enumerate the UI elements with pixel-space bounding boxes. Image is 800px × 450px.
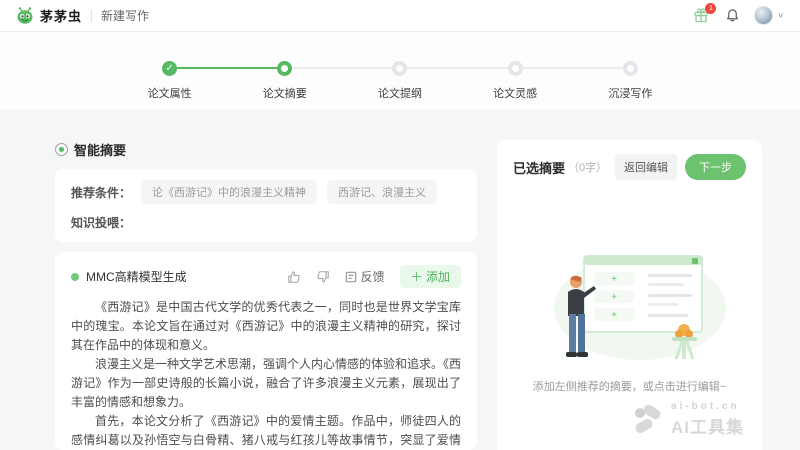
criteria-label: 推荐条件： xyxy=(71,185,132,200)
model-status-dot xyxy=(71,272,79,281)
page-title: 新建写作 xyxy=(101,9,150,23)
empty-state-illustration: + + + xyxy=(513,246,746,364)
chevron-down-icon: ∨ xyxy=(777,11,784,20)
next-step-button[interactable]: 下一步 xyxy=(685,154,746,180)
step-label: 论文提纲 xyxy=(377,88,422,100)
panel-title: 已选摘要 xyxy=(513,160,566,176)
thumb-down-button[interactable] xyxy=(316,270,330,284)
bell-icon[interactable] xyxy=(725,8,740,23)
header-divider xyxy=(91,9,93,22)
step-paper-inspiration[interactable]: 论文灵感 xyxy=(457,60,573,101)
thumb-up-icon xyxy=(287,270,300,283)
watermark: ai-bot.cn AI工具集 xyxy=(633,401,744,438)
main-content: 智能摘要 推荐条件： 论《西游记》中的浪漫主义精神 西游记、浪漫主义 知识投喂：… xyxy=(0,110,800,450)
feedback-label: 反馈 xyxy=(360,270,385,284)
word-count: （0字） xyxy=(568,162,608,174)
stepper-zone: ✓ 论文属性 论文摘要 论文提纲 论文灵感 沉浸写作 xyxy=(0,32,800,110)
top-bar: 茅茅虫 新建写作 1 ∨ xyxy=(0,0,800,32)
bug-logo-icon xyxy=(17,6,33,24)
feedback-button[interactable]: 反馈 xyxy=(345,268,385,285)
abstract-paragraph: 浪漫主义是一种文学艺术思潮，强调个人内心情感的体验和追求。《西游记》作为一部史诗… xyxy=(71,357,462,409)
result-header: MMC高精模型生成 反馈 ＋ 添加 xyxy=(71,265,461,288)
step-label: 论文摘要 xyxy=(262,88,307,100)
smart-abstract-section: 智能摘要 推荐条件： 论《西游记》中的浪漫主义精神 西游记、浪漫主义 知识投喂：… xyxy=(55,140,477,450)
knowledge-label: 知识投喂： xyxy=(71,216,132,230)
step-todo-icon xyxy=(622,60,638,76)
step-label: 沉浸写作 xyxy=(608,88,653,100)
thumb-down-icon xyxy=(317,270,329,283)
step-todo-icon xyxy=(392,60,408,76)
gift-button[interactable]: 1 xyxy=(693,2,717,25)
avatar xyxy=(754,6,774,25)
criteria-card: 推荐条件： 论《西游记》中的浪漫主义精神 西游记、浪漫主义 知识投喂： xyxy=(55,169,477,242)
watermark-logo-icon xyxy=(635,404,661,433)
svg-text:+: + xyxy=(611,274,617,285)
progress-stepper: ✓ 论文属性 论文摘要 论文提纲 论文灵感 沉浸写作 xyxy=(112,60,688,101)
step-paper-attributes[interactable]: ✓ 论文属性 xyxy=(112,60,228,101)
model-source-label: MMC高精模型生成 xyxy=(86,270,187,284)
criteria-tag[interactable]: 西游记、浪漫主义 xyxy=(327,180,438,204)
generated-abstract-card: MMC高精模型生成 反馈 ＋ 添加 《西游记》是中国古代文学的优秀代表之一，同时… xyxy=(55,252,477,450)
step-paper-outline[interactable]: 论文提纲 xyxy=(342,60,458,101)
abstract-paragraph: 《西游记》是中国古代文学的优秀代表之一，同时也是世界文学宝库中的瑰宝。本论文旨在… xyxy=(71,300,461,352)
abstract-text[interactable]: 《西游记》是中国古代文学的优秀代表之一，同时也是世界文学宝库中的瑰宝。本论文旨在… xyxy=(71,298,461,450)
feedback-icon xyxy=(345,271,356,282)
abstract-paragraph: 首先，本论文分析了《西游记》中的爱情主题。作品中，师徒四人的感情纠葛以及孙悟空与… xyxy=(71,414,461,447)
thumb-up-button[interactable] xyxy=(287,270,301,284)
step-current-icon xyxy=(277,60,293,76)
smart-abstract-icon xyxy=(55,143,68,156)
brand[interactable]: 茅茅虫 xyxy=(16,6,82,25)
step-todo-icon xyxy=(507,60,523,76)
empty-state-hint: 添加左侧推荐的摘要，或点击进行编辑~ xyxy=(532,381,727,393)
svg-text:+: + xyxy=(611,310,617,321)
svg-text:+: + xyxy=(611,292,617,303)
step-label: 论文灵感 xyxy=(493,88,538,100)
app-window: 茅茅虫 新建写作 1 ∨ ✓ 论文属性 论文摘要 论文提纲 论文灵感 沉浸写作 … xyxy=(0,0,800,450)
brand-name: 茅茅虫 xyxy=(40,9,83,24)
section-title-row: 智能摘要 xyxy=(55,140,477,159)
watermark-url: ai-bot.cn xyxy=(671,401,740,412)
step-immersive-writing[interactable]: 沉浸写作 xyxy=(572,60,688,101)
step-done-icon: ✓ xyxy=(162,60,178,76)
add-button[interactable]: ＋ 添加 xyxy=(399,265,461,288)
step-label: 论文属性 xyxy=(147,88,192,100)
section-title: 智能摘要 xyxy=(74,143,127,158)
watermark-name: AI工具集 xyxy=(671,418,744,437)
back-to-edit-button[interactable]: 返回编辑 xyxy=(615,154,677,180)
panel-header: 已选摘要 （0字） 返回编辑 下一步 xyxy=(513,154,746,180)
gift-badge: 1 xyxy=(705,2,717,14)
step-paper-abstract[interactable]: 论文摘要 xyxy=(227,60,343,101)
criteria-tag[interactable]: 论《西游记》中的浪漫主义精神 xyxy=(141,180,318,204)
user-menu[interactable]: ∨ xyxy=(754,6,784,25)
